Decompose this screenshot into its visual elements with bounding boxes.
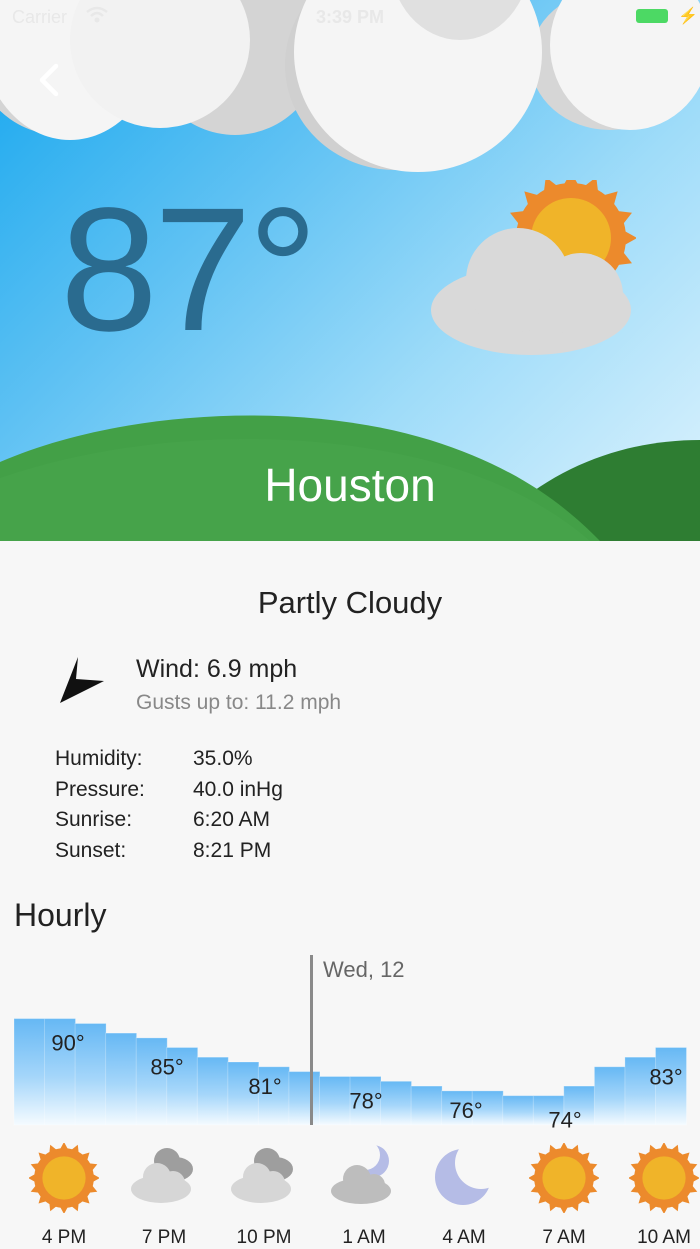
detail-label: Humidity: — [55, 747, 143, 770]
hourly-bar — [135, 1037, 168, 1126]
detail-label: Sunrise: — [55, 808, 133, 831]
wind-speed: Wind: 6.9 mph — [136, 655, 298, 683]
sun-icon — [527, 1141, 601, 1218]
clock-label: 3:39 PM — [315, 7, 385, 27]
hourly-bar — [502, 1095, 535, 1126]
hourly-item[interactable]: 1 AM — [314, 1140, 414, 1248]
hourly-bar — [380, 1080, 412, 1126]
hourly-forecast-strip[interactable]: 4 PM 7 PM 10 PM 1 AM 4 AM 7 AM 10 AM — [0, 1137, 700, 1248]
hourly-temp-label: 74° — [548, 1108, 581, 1130]
hourly-temp-label: 85° — [150, 1055, 183, 1080]
hourly-time: 1 AM — [342, 1227, 386, 1248]
hourly-bar — [196, 1056, 229, 1126]
detail-label: Sunset: — [55, 838, 127, 862]
hourly-temp-label: 76° — [449, 1098, 482, 1123]
cloudy-icon — [129, 1143, 199, 1212]
detail-value: 8:21 PM — [193, 838, 272, 862]
battery-icon — [636, 9, 668, 23]
hourly-temp-label: 90° — [51, 1031, 84, 1056]
charging-icon: ⚡ — [678, 8, 698, 25]
weather-details: Partly Cloudy Wind: 6.9 mph Gusts up to:… — [0, 541, 700, 1248]
hourly-time: 10 PM — [236, 1227, 292, 1248]
detail-label: Pressure: — [55, 777, 145, 801]
hourly-temp-label: 78° — [349, 1088, 382, 1113]
hourly-item[interactable]: 4 AM — [414, 1137, 514, 1248]
hourly-time: 7 PM — [141, 1227, 187, 1248]
city-name: Houston — [264, 459, 436, 511]
hourly-bar — [593, 1066, 626, 1126]
wind-direction-arrow-icon — [60, 657, 104, 703]
hourly-temp-label: 81° — [248, 1074, 281, 1099]
hourly-time: 7 AM — [542, 1227, 586, 1248]
current-temperature: 87° — [60, 172, 318, 368]
hourly-bar — [319, 1076, 351, 1126]
day-divider — [310, 955, 313, 1125]
hourly-item[interactable]: 4 PM — [14, 1141, 114, 1248]
hourly-time: 4 AM — [442, 1227, 486, 1248]
hourly-bar — [410, 1085, 443, 1126]
condition-label: Partly Cloudy — [257, 585, 443, 620]
hourly-bar — [13, 1018, 46, 1126]
cloudy-icon — [229, 1143, 299, 1212]
status-bar: Carrier 3:39 PM ⚡ — [0, 0, 700, 36]
detail-value: 6:20 AM — [193, 808, 271, 831]
hourly-temp-label: 83° — [649, 1064, 682, 1089]
back-chevron-icon[interactable] — [30, 62, 66, 98]
moon-icon — [429, 1137, 507, 1212]
wind-gusts: Gusts up to: 11.2 mph — [136, 691, 342, 714]
sun-icon — [27, 1141, 101, 1218]
detail-value: 40.0 inHg — [193, 777, 283, 801]
partly-cloudy-night-icon — [329, 1140, 399, 1212]
weather-hero: Carrier 3:39 PM ⚡ 87° Houston — [0, 0, 700, 541]
hourly-time: 10 AM — [637, 1227, 691, 1248]
hourly-item[interactable]: 10 AM — [614, 1141, 700, 1248]
hourly-item[interactable]: 7 AM — [514, 1141, 614, 1248]
hourly-item[interactable]: 7 PM — [114, 1141, 214, 1248]
hourly-time: 4 PM — [41, 1227, 87, 1248]
hourly-item[interactable]: 10 PM — [214, 1141, 314, 1248]
day-label: Wed, 12 — [323, 957, 405, 982]
hourly-bar — [105, 1032, 138, 1126]
hourly-title: Hourly — [14, 897, 107, 933]
detail-value: 35.0% — [193, 747, 253, 770]
partly-cloudy-day-icon — [431, 180, 636, 355]
hourly-bar — [288, 1071, 321, 1126]
sun-icon — [627, 1141, 700, 1218]
